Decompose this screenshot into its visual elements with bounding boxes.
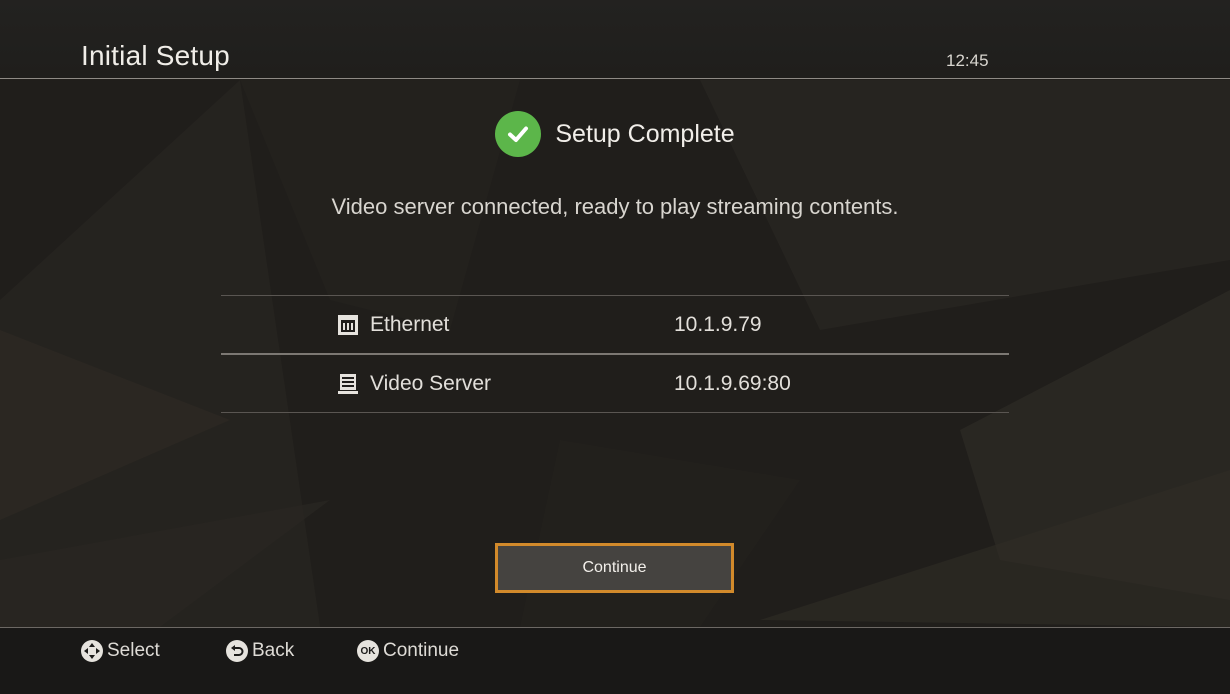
ethernet-icon [337, 314, 359, 336]
page-title: Initial Setup [81, 40, 230, 71]
status-heading: Setup Complete [0, 110, 1230, 158]
hint-select: Select [81, 640, 160, 662]
ok-icon-text: OK [360, 645, 376, 657]
dpad-icon [81, 640, 103, 662]
hint-back: Back [226, 640, 294, 662]
connection-info-table: Ethernet 10.1.9.79 Video Server 10.1.9.6… [221, 295, 1009, 413]
ethernet-label: Ethernet [370, 313, 450, 336]
footer-hints: Select Back OK Continue [0, 627, 1230, 694]
info-row-video-server: Video Server 10.1.9.69:80 [221, 353, 1009, 413]
ok-icon: OK [357, 640, 379, 662]
clock: 12:45 [946, 51, 989, 70]
header-bar: Initial Setup 12:45 [0, 0, 1230, 79]
setup-screen: Initial Setup 12:45 Setup Complete Video… [0, 0, 1230, 694]
server-icon [337, 373, 359, 395]
hint-back-label: Back [252, 640, 295, 661]
video-server-address: 10.1.9.69:80 [674, 372, 791, 395]
hint-continue-label: Continue [383, 640, 460, 661]
hint-continue: OK Continue [357, 640, 459, 662]
status-text: Setup Complete [555, 119, 735, 148]
ethernet-ip: 10.1.9.79 [674, 313, 762, 336]
check-circle-icon [495, 111, 542, 157]
info-row-ethernet: Ethernet 10.1.9.79 [221, 295, 1009, 353]
video-server-label: Video Server [370, 372, 492, 395]
hint-select-label: Select [107, 640, 160, 661]
continue-button[interactable]: Continue [495, 543, 734, 593]
back-icon [226, 640, 248, 662]
status-message: Video server connected, ready to play st… [331, 194, 899, 219]
